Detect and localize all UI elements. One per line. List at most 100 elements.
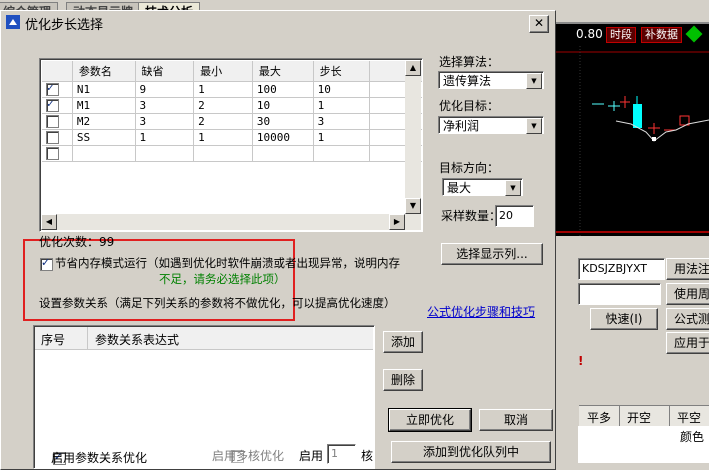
cell-min[interactable]: 2 bbox=[193, 97, 253, 114]
close-button[interactable]: ✕ bbox=[529, 15, 549, 33]
table-row[interactable]: SS 1 1 10000 1 bbox=[42, 129, 422, 146]
parameter-header-row: 参数名 缺省 最小 最大 步长 bbox=[42, 61, 422, 82]
cell-name: N1 bbox=[72, 81, 136, 98]
col-min[interactable]: 最小 bbox=[193, 61, 253, 82]
cell-step[interactable]: 1 bbox=[313, 97, 371, 114]
cell-step[interactable] bbox=[313, 145, 371, 162]
cell-max[interactable] bbox=[252, 145, 314, 162]
grid-horizontal-scrollbar[interactable]: ◀ ▶ bbox=[41, 214, 421, 230]
optimization-tips-link[interactable]: 公式优化步骤和技巧 bbox=[427, 303, 535, 320]
cell-max[interactable]: 10000 bbox=[252, 129, 314, 146]
direction-label: 目标方向： bbox=[439, 161, 500, 175]
table-row[interactable]: N1 9 1 100 10 bbox=[42, 81, 422, 98]
cell-default[interactable] bbox=[135, 145, 195, 162]
cell-max[interactable]: 30 bbox=[252, 113, 314, 130]
column-header: 平多 开空 平空 bbox=[579, 405, 709, 426]
cell-max[interactable]: 10 bbox=[252, 97, 314, 114]
optimize-now-button[interactable]: 立即优化 bbox=[388, 408, 472, 432]
supplement-data-chip[interactable]: 补数据 bbox=[641, 27, 682, 43]
parameter-table: 参数名 缺省 最小 最大 步长 N1 9 1 100 10 bbox=[42, 61, 422, 162]
cell-min[interactable]: 1 bbox=[193, 129, 253, 146]
row-checkbox-cell[interactable] bbox=[42, 145, 73, 162]
chevron-down-icon[interactable]: ▼ bbox=[526, 73, 542, 89]
row-checkbox-cell[interactable] bbox=[42, 81, 73, 98]
table-row[interactable]: M1 3 2 10 1 bbox=[42, 97, 422, 114]
memory-mode-label[interactable]: 节省内存模式运行（如遇到优化时软件崩溃或者出现异常，说明内存 bbox=[55, 255, 400, 271]
optimize-count: 优化次数：99 bbox=[39, 235, 115, 249]
row-checkbox-cell[interactable] bbox=[42, 97, 73, 114]
formula-code-field[interactable]: KDSJZBJYXT bbox=[578, 258, 665, 280]
direction-value: 最大 bbox=[447, 181, 472, 195]
cell-max[interactable]: 100 bbox=[252, 81, 314, 98]
col-default[interactable]: 缺省 bbox=[135, 61, 195, 82]
table-row[interactable]: M2 3 2 30 3 bbox=[42, 113, 422, 130]
speed-button[interactable]: 快速(I) bbox=[590, 308, 658, 330]
parameter-grid[interactable]: 参数名 缺省 最小 最大 步长 N1 9 1 100 10 bbox=[39, 58, 423, 232]
close-icon: ✕ bbox=[533, 16, 545, 30]
delete-button[interactable]: 删除 bbox=[383, 369, 423, 391]
row-checkbox-cell[interactable] bbox=[42, 113, 73, 130]
row-checkbox[interactable] bbox=[46, 147, 59, 161]
target-value: 净利润 bbox=[443, 119, 480, 133]
scroll-left-icon[interactable]: ◀ bbox=[41, 214, 57, 230]
dialog-titlebar[interactable]: 优化步长选择 ✕ bbox=[1, 11, 555, 33]
chevron-down-icon[interactable]: ▼ bbox=[526, 118, 542, 134]
price-marker bbox=[652, 137, 656, 141]
period-chip[interactable]: 时段 bbox=[606, 27, 636, 43]
col-open-short: 开空 bbox=[627, 411, 652, 425]
candle-4 bbox=[633, 104, 642, 128]
apply-to-button[interactable]: 应用于 bbox=[666, 332, 709, 354]
cell-step[interactable]: 3 bbox=[313, 113, 371, 130]
cell-min[interactable]: 1 bbox=[193, 81, 253, 98]
chevron-down-icon[interactable]: ▼ bbox=[505, 180, 521, 196]
col-step[interactable]: 步长 bbox=[313, 61, 371, 82]
chart-value: 0.80 bbox=[576, 27, 603, 41]
sample-label: 采样数量： bbox=[441, 209, 502, 223]
scroll-up-icon[interactable]: ▲ bbox=[405, 60, 421, 76]
optimize-step-dialog: 优化步长选择 ✕ 参数名 缺省 最小 最大 步长 N1 9 bbox=[0, 10, 556, 470]
multicore-label[interactable]: 启用多核优化 bbox=[212, 447, 284, 464]
app-icon bbox=[6, 15, 20, 29]
col-max[interactable]: 最大 bbox=[252, 61, 314, 82]
grid-vertical-scrollbar[interactable]: ▲ ▼ bbox=[405, 60, 421, 214]
kline-chart bbox=[556, 46, 709, 236]
col-param-name[interactable]: 参数名 bbox=[72, 61, 136, 82]
direction-select[interactable]: 最大 ▼ bbox=[442, 178, 523, 196]
cell-step[interactable]: 10 bbox=[313, 81, 371, 98]
formula-name-field[interactable] bbox=[578, 283, 661, 305]
cell-default[interactable]: 3 bbox=[135, 97, 195, 114]
memory-mode-checkbox[interactable] bbox=[40, 256, 53, 271]
cell-min[interactable] bbox=[193, 145, 253, 162]
col-close-long: 平多 bbox=[587, 411, 612, 425]
col-expression[interactable]: 参数关系表达式 bbox=[95, 331, 179, 348]
scroll-down-icon[interactable]: ▼ bbox=[405, 198, 421, 214]
target-select[interactable]: 净利润 ▼ bbox=[438, 116, 544, 134]
row-checkbox[interactable] bbox=[46, 97, 59, 113]
algorithm-select[interactable]: 遗传算法 ▼ bbox=[438, 71, 544, 89]
row-checkbox[interactable] bbox=[46, 115, 59, 129]
enable-relation-label[interactable]: 启用参数关系优化 bbox=[51, 449, 147, 466]
candle-markers bbox=[592, 96, 709, 142]
add-to-queue-button[interactable]: 添加到优化队列中 bbox=[391, 441, 551, 463]
row-checkbox-cell[interactable] bbox=[42, 129, 73, 146]
formula-test-button[interactable]: 公式测 bbox=[666, 308, 709, 330]
scroll-right-icon[interactable]: ▶ bbox=[389, 214, 405, 230]
sample-input[interactable]: 20 bbox=[495, 205, 534, 227]
cancel-button[interactable]: 取消 bbox=[479, 409, 553, 431]
cell-step[interactable]: 1 bbox=[313, 129, 371, 146]
cell-default[interactable]: 3 bbox=[135, 113, 195, 130]
select-columns-button[interactable]: 选择显示列... bbox=[441, 243, 543, 265]
cell-min[interactable]: 2 bbox=[193, 113, 253, 130]
cores-input[interactable]: 1 bbox=[327, 444, 356, 464]
cell-default[interactable]: 9 bbox=[135, 81, 195, 98]
col-index[interactable]: 序号 bbox=[41, 331, 65, 348]
row-checkbox[interactable] bbox=[46, 131, 59, 145]
add-button[interactable]: 添加 bbox=[383, 331, 423, 353]
relation-list[interactable]: 序号 参数关系表达式 bbox=[33, 325, 375, 469]
cores-unit: 核 bbox=[361, 449, 374, 463]
usage-note-button[interactable]: 用法注 bbox=[666, 258, 709, 280]
usage-period-button[interactable]: 使用周 bbox=[666, 283, 709, 305]
row-checkbox[interactable] bbox=[46, 81, 59, 97]
table-row[interactable] bbox=[42, 145, 422, 162]
cell-default[interactable]: 1 bbox=[135, 129, 195, 146]
